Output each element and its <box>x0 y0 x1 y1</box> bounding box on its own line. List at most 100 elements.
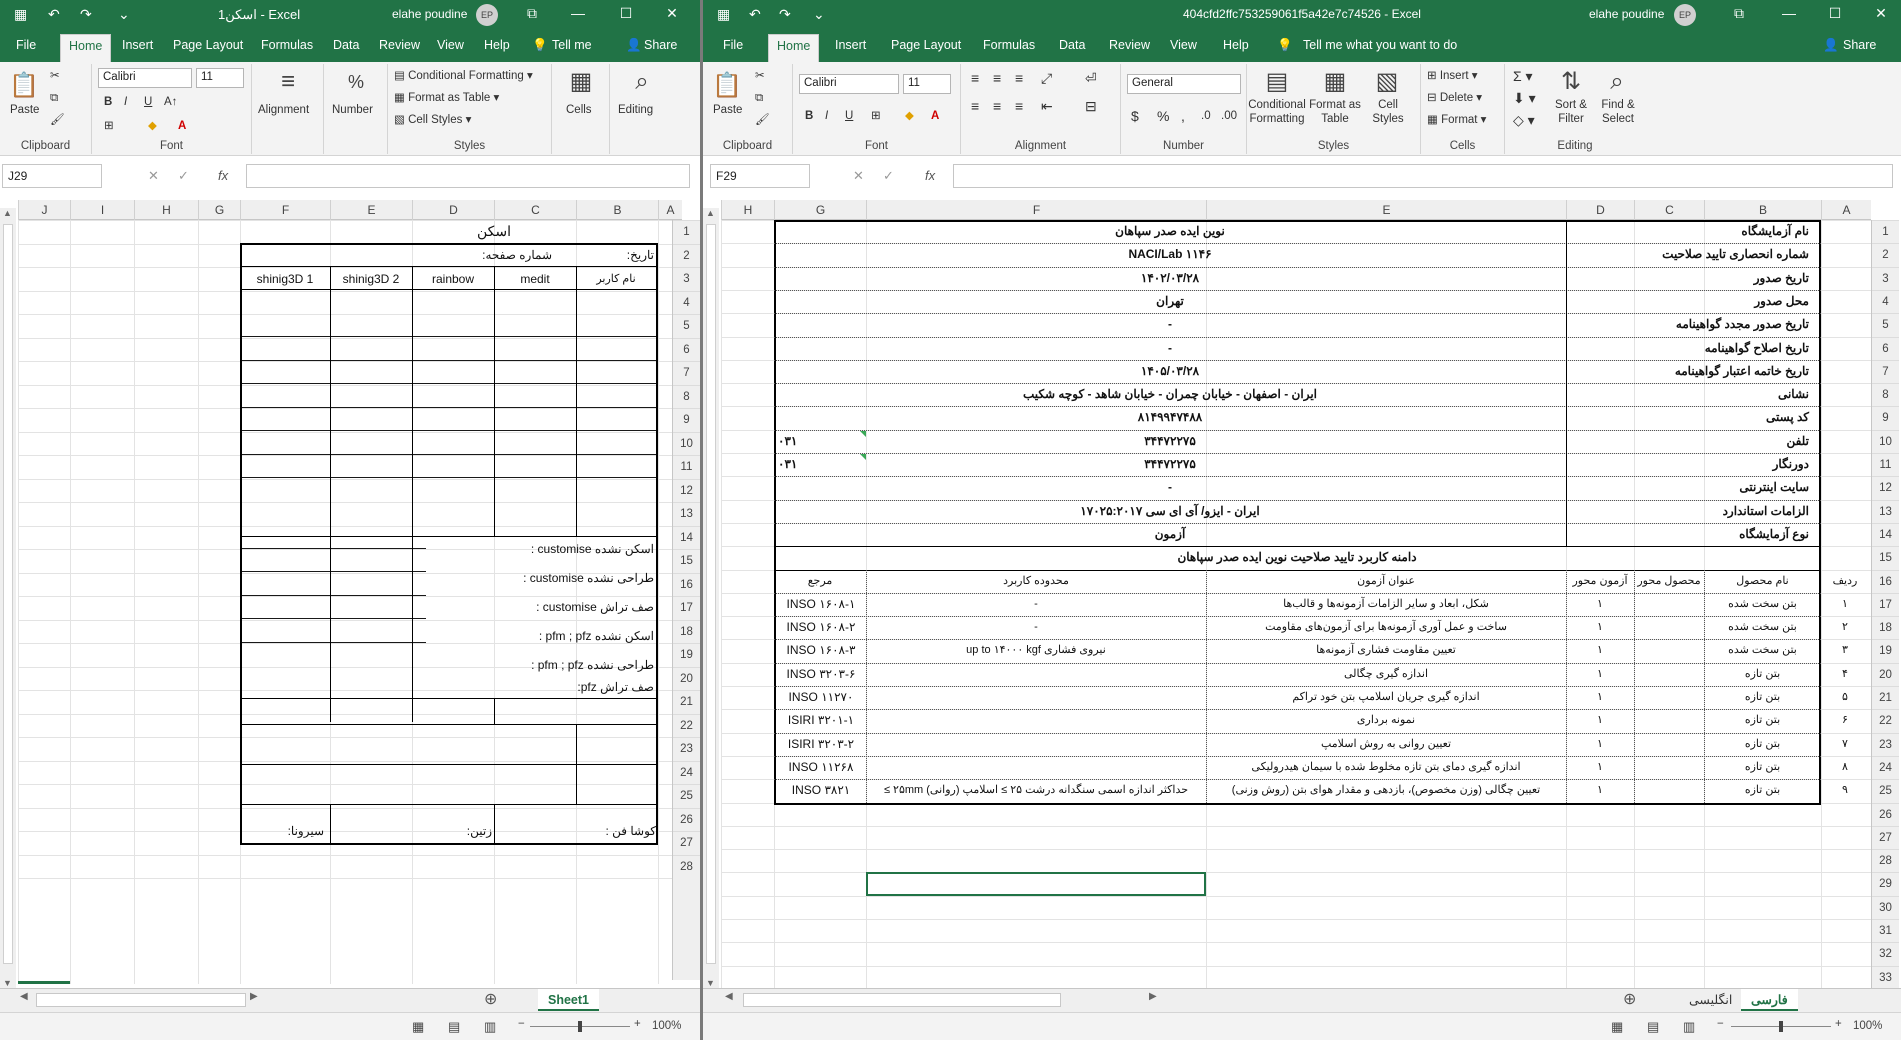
row-header[interactable]: 27 <box>673 831 700 855</box>
scroll-right-icon[interactable]: ▶ <box>1149 991 1157 1002</box>
italic-icon[interactable]: I <box>825 108 828 124</box>
row-header[interactable]: 13 <box>673 502 700 526</box>
row-header[interactable]: 3 <box>673 267 700 291</box>
row-header[interactable]: 9 <box>673 408 700 432</box>
tab-file[interactable]: File <box>723 38 743 52</box>
row-header[interactable]: 20 <box>1872 662 1899 686</box>
fill-color-icon[interactable]: ◆ <box>905 108 914 124</box>
percent-icon[interactable]: % <box>1157 108 1169 124</box>
increase-decimal-icon[interactable]: .0 <box>1201 108 1211 124</box>
formula-input[interactable] <box>246 164 690 188</box>
tab-home[interactable]: Home <box>60 34 112 62</box>
scroll-up-icon[interactable]: ▲ <box>3 208 12 218</box>
col-header-i[interactable]: I <box>70 200 134 220</box>
row-header[interactable]: 14 <box>673 525 700 550</box>
ribbon-display-icon[interactable]: ⧉ <box>520 5 544 22</box>
tab-file[interactable]: File <box>16 38 36 52</box>
normal-view-icon[interactable]: ▦ <box>1611 1019 1623 1035</box>
new-sheet-icon[interactable]: ⊕ <box>484 989 497 1009</box>
format-cells-button[interactable]: ▦ Format ▾ <box>1427 112 1486 128</box>
zoom-out-icon[interactable]: − <box>518 1018 525 1030</box>
quick-access-menu-icon[interactable]: ⌄ <box>118 6 130 22</box>
row-header[interactable]: 10 <box>673 431 700 456</box>
paste-button[interactable]: Paste <box>713 104 742 116</box>
comma-icon[interactable]: , <box>1181 108 1185 124</box>
col-header-c[interactable]: C <box>1634 200 1704 220</box>
tab-page-layout[interactable]: Page Layout <box>173 38 243 52</box>
tell-me-search[interactable]: Tell me <box>552 38 592 52</box>
row-header[interactable]: 31 <box>1872 919 1899 942</box>
row-header[interactable]: 18 <box>673 619 700 644</box>
share-button[interactable]: Share <box>644 38 677 52</box>
vertical-scrollbar[interactable]: ▲ ▼ <box>703 208 719 988</box>
decrease-decimal-icon[interactable]: .00 <box>1221 108 1237 124</box>
user-name[interactable]: elahe poudine <box>1589 7 1664 21</box>
col-header-d[interactable]: D <box>1566 200 1634 220</box>
user-name[interactable]: elahe poudine <box>392 7 467 21</box>
italic-icon[interactable]: I <box>124 94 127 110</box>
font-grow-icon[interactable]: A↑ <box>164 94 177 110</box>
row-header[interactable]: 24 <box>673 760 700 785</box>
fill-icon[interactable]: ⬇ ▾ <box>1513 90 1536 106</box>
format-painter-icon[interactable]: 🖌 <box>50 112 65 128</box>
undo-icon[interactable]: ↶ <box>48 6 60 22</box>
row-header[interactable]: 33 <box>1872 965 1899 989</box>
zoom-out-icon[interactable]: − <box>1717 1018 1724 1030</box>
row-header[interactable]: 1 <box>673 220 700 244</box>
vertical-scrollbar[interactable]: ▲ ▼ <box>0 208 16 988</box>
col-header-h[interactable]: H <box>134 200 198 220</box>
row-header[interactable]: 19 <box>673 643 700 667</box>
align-center-icon[interactable]: ≡ <box>993 98 1001 114</box>
row-header[interactable]: 16 <box>1872 569 1899 593</box>
row-header[interactable]: 11 <box>673 455 700 479</box>
number-button[interactable]: Number <box>332 104 373 116</box>
row-header[interactable]: 21 <box>1872 686 1899 709</box>
col-header-g[interactable]: G <box>198 200 240 220</box>
row-header[interactable]: 26 <box>673 807 700 832</box>
row-header[interactable]: 11 <box>1872 453 1899 476</box>
alignment-button[interactable]: Alignment <box>258 104 309 116</box>
active-cell[interactable] <box>866 872 1206 896</box>
col-header-e[interactable]: E <box>1206 200 1566 220</box>
insert-function-icon[interactable]: fx <box>218 168 228 183</box>
redo-icon[interactable]: ↷ <box>779 6 791 22</box>
row-header[interactable]: 28 <box>1872 849 1899 872</box>
conditional-formatting-button[interactable]: Conditional Formatting <box>1247 98 1307 126</box>
undo-icon[interactable]: ↶ <box>749 6 761 22</box>
row-header[interactable]: 30 <box>1872 895 1899 919</box>
row-header[interactable]: 12 <box>1872 476 1899 499</box>
zoom-level[interactable]: 100% <box>652 1020 681 1032</box>
active-cell[interactable] <box>18 981 70 984</box>
autosum-icon[interactable]: Σ ▾ <box>1513 68 1533 84</box>
minimize-icon[interactable]: — <box>1777 5 1801 21</box>
row-header[interactable]: 25 <box>673 784 700 808</box>
scroll-thumb[interactable] <box>3 224 13 964</box>
zoom-thumb[interactable] <box>578 1021 582 1032</box>
magnifier-icon[interactable]: ⌕ <box>626 66 658 98</box>
ribbon-display-icon[interactable]: ⧉ <box>1727 5 1751 22</box>
col-header-a[interactable]: A <box>658 200 682 220</box>
scroll-left-icon[interactable]: ◀ <box>725 991 733 1002</box>
copy-icon[interactable]: ⧉ <box>755 90 763 106</box>
row-header[interactable]: 7 <box>1872 359 1899 383</box>
find-select-icon[interactable]: ⌕ <box>1601 66 1633 98</box>
row-header[interactable]: 16 <box>673 572 700 597</box>
delete-cells-button[interactable]: ⊟ Delete ▾ <box>1427 90 1482 106</box>
tab-insert[interactable]: Insert <box>835 38 866 52</box>
row-header[interactable]: 20 <box>673 666 700 691</box>
align-bottom-icon[interactable]: ≡ <box>1015 70 1023 86</box>
row-header[interactable]: 17 <box>673 596 700 620</box>
tab-review[interactable]: Review <box>1109 38 1150 52</box>
row-header[interactable]: 5 <box>1872 313 1899 336</box>
tab-view[interactable]: View <box>1170 38 1197 52</box>
row-header[interactable]: 7 <box>673 361 700 385</box>
fill-color-icon[interactable]: ◆ <box>148 118 157 134</box>
row-header[interactable]: 3 <box>1872 266 1899 290</box>
font-color-icon[interactable]: A <box>931 108 939 124</box>
cell-styles-button[interactable]: ▧ Cell Styles ▾ <box>394 112 471 128</box>
font-name-select[interactable]: Calibri <box>98 68 192 88</box>
col-header-a[interactable]: A <box>1821 200 1871 220</box>
row-header[interactable]: 8 <box>1872 383 1899 406</box>
paste-icon[interactable]: 📋 <box>711 70 743 102</box>
cancel-icon[interactable]: ✕ <box>853 168 864 184</box>
